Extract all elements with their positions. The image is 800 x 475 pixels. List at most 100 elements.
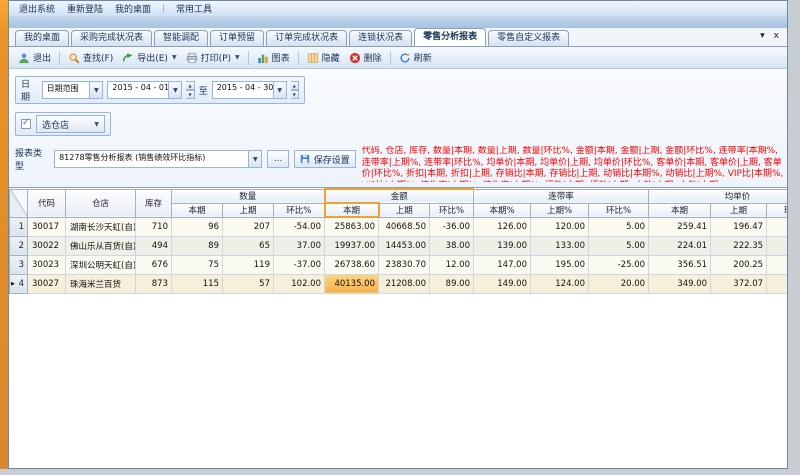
chart-button[interactable]: 图表 (253, 49, 294, 66)
column-header[interactable]: 本期% (474, 203, 531, 217)
table-cell[interactable]: 149.00 (474, 274, 531, 293)
column-header[interactable]: 上期 (379, 203, 430, 217)
column-header-store[interactable]: 仓店 (66, 189, 136, 217)
table-cell[interactable]: -36.00 (430, 217, 474, 236)
table-cell[interactable]: 57 (223, 274, 274, 293)
table-row[interactable]: 230022佛山乐从百货(自)494896537.0019937.0014453… (10, 236, 788, 255)
date-mode-select[interactable]: 日期范围 ▼ (42, 81, 104, 99)
menu-item-common-tools[interactable]: 常用工具 (176, 2, 212, 15)
tab-list-dropdown-icon[interactable]: ▾ (760, 31, 765, 41)
table-cell[interactable]: 147.00 (474, 255, 531, 274)
column-header[interactable]: 本期 (649, 203, 711, 217)
find-button[interactable]: 查找(F) (64, 49, 117, 66)
column-header[interactable]: 上期 (711, 203, 767, 217)
chevron-down-icon[interactable]: ▼ (273, 82, 286, 98)
table-cell[interactable]: 124.00 (531, 274, 589, 293)
table-cell[interactable]: -54.00 (274, 217, 325, 236)
table-cell[interactable]: 65 (223, 236, 274, 255)
chevron-down-icon[interactable]: ▼ (89, 82, 102, 98)
table-cell[interactable]: 5.00 (589, 236, 649, 255)
save-settings-button[interactable]: 保存设置 (294, 150, 356, 168)
column-group-header[interactable]: 均单价 (649, 189, 787, 203)
table-cell[interactable]: 196.47 (711, 217, 767, 236)
table-cell[interactable]: 26738.60 (325, 255, 379, 274)
table-cell[interactable]: 37.00 (274, 236, 325, 255)
table-cell[interactable]: -25.00 (589, 255, 649, 274)
menu-item-my-desktop[interactable]: 我的桌面 (115, 2, 151, 15)
more-options-button[interactable]: ... (267, 150, 288, 168)
table-cell[interactable]: 40668.50 (379, 217, 430, 236)
table-row[interactable]: 130017湖南长沙天虹(自)71096207-54.0025863.00406… (10, 217, 788, 236)
chevron-down-icon[interactable]: ▼ (248, 151, 261, 167)
table-cell[interactable]: 21208.00 (379, 274, 430, 293)
table-cell[interactable]: 38.00 (430, 236, 474, 255)
column-header-inventory[interactable]: 库存 (136, 189, 172, 217)
column-group-header[interactable]: 数量 (172, 189, 325, 203)
table-cell[interactable]: 120.00 (531, 217, 589, 236)
table-cell[interactable]: 89 (172, 236, 223, 255)
date-to-spinner[interactable]: ▲▼ (291, 81, 299, 99)
table-cell[interactable]: 25863.00 (325, 217, 379, 236)
hide-button[interactable]: 隐藏 (303, 49, 344, 66)
row-selector[interactable]: 4 (10, 274, 28, 293)
column-header[interactable]: 上期% (531, 203, 589, 217)
table-cell[interactable]: 115 (172, 274, 223, 293)
table-cell[interactable]: 356.51 (649, 255, 711, 274)
table-cell[interactable]: 224.01 (649, 236, 711, 255)
menu-item-relogin[interactable]: 重新登陆 (67, 2, 103, 15)
table-cell[interactable]: 5.00 (589, 217, 649, 236)
cell-inventory[interactable]: 676 (136, 255, 172, 274)
spin-down-icon[interactable]: ▼ (291, 90, 299, 99)
column-header[interactable]: 环比% (430, 203, 474, 217)
tab-purchase-completion[interactable]: 采购完成状况表 (71, 30, 152, 46)
tab-order-reserve[interactable]: 订单预留 (210, 30, 264, 46)
export-dropdown-icon[interactable]: ▼ (172, 54, 177, 61)
exit-button[interactable]: 退出 (14, 49, 55, 66)
table-cell[interactable]: -37.00 (274, 255, 325, 274)
tab-my-desktop[interactable]: 我的桌面 (15, 30, 69, 46)
table-row[interactable]: 430027珠海米兰百货87311557102.0040135.0021208.… (10, 274, 788, 293)
column-group-header[interactable]: 金额 (325, 189, 474, 203)
table-cell[interactable]: 259.41 (649, 217, 711, 236)
spin-up-icon[interactable]: ▲ (291, 81, 299, 90)
cell-store[interactable]: 珠海米兰百货 (66, 274, 136, 293)
column-header[interactable]: 上期 (223, 203, 274, 217)
table-cell[interactable]: 12.00 (430, 255, 474, 274)
tab-close-icon[interactable]: x (774, 31, 779, 41)
export-button[interactable]: 导出(E) ▼ (118, 49, 180, 66)
cell-inventory[interactable]: 710 (136, 217, 172, 236)
cell-inventory[interactable]: 494 (136, 236, 172, 255)
table-cell[interactable]: 32.00 (767, 217, 787, 236)
table-cell[interactable]: 78.00 (767, 255, 787, 274)
column-header[interactable]: 本期 (172, 203, 223, 217)
column-group-header[interactable]: 连带率 (474, 189, 649, 203)
column-header-code[interactable]: 代码 (28, 189, 66, 217)
date-from-spinner[interactable]: ▲▼ (186, 81, 194, 99)
table-cell[interactable]: 40135.00 (325, 274, 379, 293)
delete-button[interactable]: 删除 (345, 49, 386, 66)
refresh-button[interactable]: 刷新 (395, 49, 436, 66)
tab-chain-status[interactable]: 连锁状况表 (349, 30, 412, 46)
table-cell[interactable]: 19937.00 (325, 236, 379, 255)
column-header[interactable]: 环比% (589, 203, 649, 217)
print-dropdown-icon[interactable]: ▼ (235, 54, 240, 61)
table-cell[interactable]: 119 (223, 255, 274, 274)
table-cell[interactable]: 207 (223, 217, 274, 236)
store-filter-checkbox[interactable] (21, 119, 31, 129)
cell-store[interactable]: 深圳公明天虹(自) (66, 255, 136, 274)
tab-retail-analysis-report[interactable]: 零售分析报表 (414, 28, 486, 46)
row-selector[interactable]: 2 (10, 236, 28, 255)
cell-code[interactable]: 30023 (28, 255, 66, 274)
cell-code[interactable]: 30017 (28, 217, 66, 236)
table-cell[interactable]: 1.00 (767, 236, 787, 255)
table-cell[interactable]: 195.00 (531, 255, 589, 274)
date-to-input[interactable]: 2015 - 04 - 30 ▼ (212, 81, 287, 99)
table-cell[interactable]: -6.00 (767, 274, 787, 293)
table-cell[interactable]: 349.00 (649, 274, 711, 293)
table-cell[interactable]: 20.00 (589, 274, 649, 293)
report-type-select[interactable]: 81278零售分析报表 (销售绩效环比指标) ▼ (54, 150, 262, 168)
select-store-button[interactable]: 选仓店 ▼ (36, 115, 105, 133)
column-header[interactable]: 环比% (767, 203, 787, 217)
cell-store[interactable]: 湖南长沙天虹(自) (66, 217, 136, 236)
cell-code[interactable]: 30022 (28, 236, 66, 255)
